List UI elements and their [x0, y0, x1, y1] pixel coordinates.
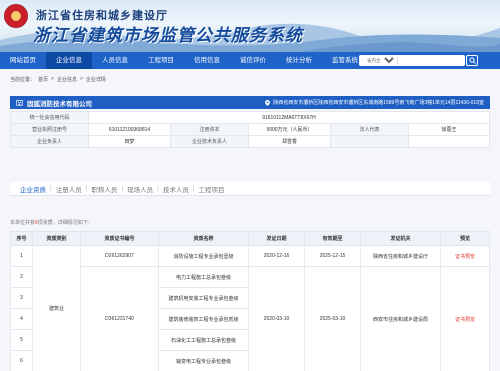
- breadcrumb-label: 当前位置：: [10, 77, 36, 83]
- company-address-text: 陕西省西安市灞桥区陕西省西安市灞桥区东城南路1589号南飞南广场3幢1单元14层…: [273, 100, 484, 106]
- row-expire-date: 2025-03-10: [304, 266, 361, 371]
- tab-registered-personnel[interactable]: 注册人员: [52, 184, 86, 194]
- table-header-row: 序号 资质类别 资质证书编号 资质名称 发证日期 有效期至 发证机关 预览: [10, 231, 490, 246]
- breadcrumb: 当前位置： 首页 > 企业信息 > 企业详情: [10, 76, 106, 83]
- col-preview: 预览: [440, 231, 490, 246]
- info-row: 营业执照注册号 610112100368814 注册资本 5000万元（人民币）…: [10, 123, 490, 136]
- row-index: 2: [10, 266, 33, 288]
- tab-qualifications[interactable]: 企业资质: [16, 184, 50, 194]
- row-qualification-name: 消防设施工程专业承包壹级: [158, 245, 249, 267]
- row-issuer: 陕西省住房和城乡建设厅: [360, 245, 441, 267]
- credit-code-label: 统一社会信用代码: [10, 111, 89, 124]
- legal-rep-value: 徐蓉王: [408, 123, 490, 136]
- row-index: 6: [10, 350, 33, 371]
- company-name: 固狐消防技术有限公司: [27, 100, 92, 108]
- leader-value: 田梦: [88, 135, 171, 148]
- count-prefix: 本单位共有: [10, 220, 36, 226]
- row-qualification-name: 输变电工程专业承包叁级: [158, 350, 249, 371]
- search-button[interactable]: [466, 55, 478, 66]
- col-issuer: 发证机关: [360, 231, 441, 246]
- row-qualification-name: 电力工程施工总承包叁级: [158, 266, 249, 288]
- col-category: 资质类别: [32, 231, 81, 246]
- nav-projects[interactable]: 工程项目: [138, 52, 184, 69]
- row-issuer: 西安市住房和城乡建设局: [360, 266, 441, 371]
- row-preview-cell: 证书预览: [440, 245, 490, 267]
- qualification-table: 序号 资质类别 资质证书编号 资质名称 发证日期 有效期至 发证机关 预览 1 …: [10, 231, 490, 371]
- credit-code-value: 91610112MA6TT8X67H: [88, 111, 490, 124]
- row-issue-date: 2020-03-10: [248, 266, 305, 371]
- leader-label: 企业负责人: [10, 135, 89, 148]
- tech-leader-value: 郑雪香: [248, 135, 331, 148]
- tab-titled-personnel[interactable]: 职称人员: [87, 184, 121, 194]
- col-index: 序号: [10, 231, 33, 246]
- col-cert-number: 资质证书编号: [80, 231, 159, 246]
- tech-leader-label: 企业技术负责人: [170, 135, 249, 148]
- table-row: 1 建筑业 D261262907 消防设施工程专业承包壹级 2020-12-16…: [10, 245, 490, 371]
- empty-label: [330, 135, 409, 148]
- license-value: 610112100368814: [88, 123, 171, 136]
- tab-technical-personnel[interactable]: 技术人员: [159, 184, 193, 194]
- location-icon: [265, 99, 271, 106]
- main-nav: 网站首页 企业信息 人员信息 工程项目 信用信息 诚信评价 统计分析 监管系统 …: [0, 52, 500, 69]
- license-label: 营业执照注册号: [10, 123, 89, 136]
- col-qualification-name: 资质名称: [158, 231, 249, 246]
- row-qualification-name: 建筑机电安装工程专业承包叁级: [158, 287, 249, 309]
- breadcrumb-separator: >: [51, 76, 54, 82]
- company-address: 陕西省西安市灞桥区陕西省西安市灞桥区东城南路1589号南飞南广场3幢1单元14层…: [265, 99, 484, 106]
- row-index: 5: [10, 329, 33, 351]
- company-info-table: 统一社会信用代码 91610112MA6TT8X67H 营业执照注册号 6101…: [10, 111, 490, 148]
- table-row: 2 D361231740 电力工程施工总承包叁级 2020-03-10 2025…: [10, 266, 490, 371]
- row-index: 1: [10, 245, 33, 267]
- row-category: 建筑业: [32, 245, 81, 371]
- legal-rep-label: 法人代表: [330, 123, 409, 136]
- search-input[interactable]: [398, 58, 460, 63]
- col-expire-date: 有效期至: [304, 231, 361, 246]
- detail-tabs: 企业资质 | 注册人员 | 职称人员 | 现场人员 | 技术人员 | 工程项目: [10, 182, 490, 196]
- row-preview-cell: 证书预览: [440, 266, 490, 371]
- tab-site-personnel[interactable]: 现场人员: [123, 184, 157, 194]
- site-banner: 浙江省住房和城乡建设厅 浙江省建筑市场监管公共服务系统: [0, 0, 500, 52]
- row-qualification-name: 建筑装修装饰工程专业承包贰级: [158, 308, 249, 330]
- empty-value: [408, 135, 490, 148]
- tab-projects[interactable]: 工程项目: [195, 184, 229, 194]
- qualification-count: 本单位共有6项资质，详细情况如下：: [10, 219, 93, 226]
- info-row: 统一社会信用代码 91610112MA6TT8X67H: [10, 111, 490, 124]
- row-cert-number: D261262907: [80, 245, 159, 267]
- nav-personnel-info[interactable]: 人员信息: [92, 52, 138, 69]
- row-index: 4: [10, 308, 33, 330]
- certificate-preview-link[interactable]: 证书预览: [455, 254, 475, 260]
- company-header: 固狐消防技术有限公司 陕西省西安市灞桥区陕西省西安市灞桥区东城南路1589号南飞…: [10, 96, 490, 109]
- search-box: 省内企业: [359, 55, 465, 66]
- certificate-preview-link[interactable]: 证书预览: [455, 317, 475, 323]
- count-suffix: 项资质，详细情况如下：: [37, 220, 93, 226]
- search-icon: [468, 57, 476, 64]
- breadcrumb-company-detail: 企业详情: [85, 77, 106, 83]
- breadcrumb-home[interactable]: 首页: [38, 76, 48, 83]
- row-qualification-name: 石油化工工程施工总承包叁级: [158, 329, 249, 351]
- banner-subtitle: 浙江省建筑市场监管公共服务系统: [33, 26, 303, 45]
- nav-integrity-evaluation[interactable]: 诚信评价: [230, 52, 276, 69]
- row-index: 3: [10, 287, 33, 309]
- row-expire-date: 2025-12-15: [304, 245, 361, 267]
- nav-credit-info[interactable]: 信用信息: [184, 52, 230, 69]
- info-row: 企业负责人 田梦 企业技术负责人 郑雪香: [10, 135, 490, 148]
- capital-value: 5000万元（人民币）: [248, 123, 331, 136]
- row-issue-date: 2020-12-16: [248, 245, 305, 267]
- nav-statistics[interactable]: 统计分析: [276, 52, 322, 69]
- nav-company-info[interactable]: 企业信息: [46, 52, 92, 69]
- building-icon: [16, 100, 23, 106]
- row-cert-number: D361231740: [80, 266, 159, 371]
- col-issue-date: 发证日期: [248, 231, 305, 246]
- emblem-icon: [4, 4, 28, 28]
- search-scope-select[interactable]: 省内企业: [359, 56, 397, 65]
- breadcrumb-separator: >: [79, 76, 83, 82]
- nav-home[interactable]: 网站首页: [0, 52, 46, 69]
- breadcrumb-company-info[interactable]: 企业信息: [57, 76, 77, 83]
- capital-label: 注册资本: [170, 123, 249, 136]
